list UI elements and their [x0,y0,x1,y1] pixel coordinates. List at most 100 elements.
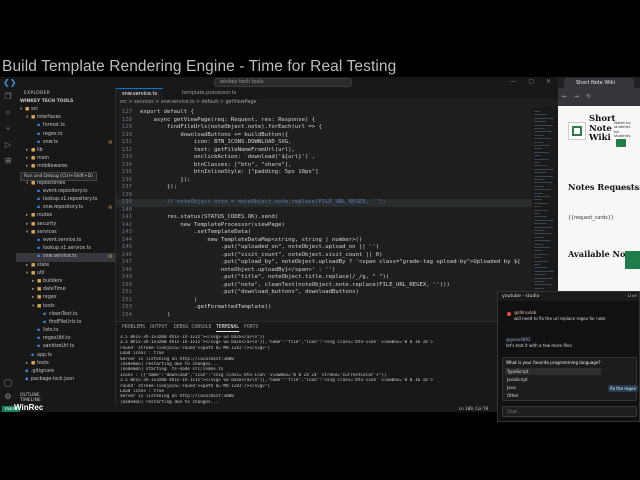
back-icon[interactable]: ← [562,93,567,100]
code-line[interactable]: 148 noteObject.uploadBy}</span>' : '') [116,267,558,275]
code-line[interactable]: 134 btnClasses: ["btn", "share"], [116,162,558,170]
tree-folder[interactable]: ▾ ■ interfaces [16,114,115,122]
tree-folder[interactable]: ▸ ■ builders [16,278,115,286]
tree-folder[interactable]: ▸ ■ regex [16,294,115,302]
line-number: 144 [121,236,132,243]
line-number: 143 [121,229,132,235]
code-line[interactable]: 152 ) [116,297,558,305]
code-line[interactable]: 150 .put("note", cleanText(noteObject.no… [116,282,558,290]
code-line[interactable]: 141 res.status(STATUS_CODES.OK).send( [116,214,558,222]
tree-folder[interactable]: ▸ ■ state [16,262,115,270]
code-line[interactable]: 149 .put("title", noteObject.title.repla… [116,274,558,282]
code-line[interactable]: 131 icon: BTN_ICONS.DOWNLOAD_SVG, [116,139,558,147]
tree-file[interactable]: ▪ lookup.v1.service.ts [16,245,115,253]
code-line[interactable]: 151 .put("download_buttons", downloadBut… [116,289,558,297]
minimap-line [534,196,550,197]
code-line[interactable]: 136 }); [116,177,558,185]
tab-debug-console[interactable]: DEBUG CONSOLE [174,325,212,330]
code-line[interactable]: 128 async getViewPage(req: Request, res:… [116,117,558,125]
status-cursor-position[interactable]: Ln 189, Col 78 [459,406,488,412]
tree-folder[interactable]: ▸ ■ routes [16,212,115,220]
minimap-line [534,121,546,123]
tree-file[interactable]: ▪ regex.ts [16,131,115,139]
tab-template-processor[interactable]: template.processor.ts [176,88,242,99]
tab-output[interactable]: OUTPUT [150,325,167,330]
tree-folder[interactable]: ▾ ■ src [16,106,115,114]
explorer-icon[interactable]: ❐ [3,92,13,102]
search-icon[interactable]: ⌕ [3,108,13,118]
tree-file[interactable]: ▪ snw.service.ts M [16,253,115,262]
browser-window: Short Note Wiki ← → ↻ Short Note Wiki No… [558,77,640,292]
code-line[interactable]: 142 new TemplateProcessor(viewPage) [116,222,558,230]
tree-folder[interactable]: ▸ ■ main [16,155,115,163]
tab-ports[interactable]: PORTS [244,325,258,330]
code-line[interactable]: 143 .setTemplateData( [116,229,558,237]
tree-file[interactable]: ▪ lists.ts [16,327,115,335]
code-line[interactable]: 144 new TemplateDataMap<string, string |… [116,237,558,245]
command-center[interactable]: winkey tech tools [214,78,352,87]
tab-problems[interactable]: PROBLEMS [122,325,145,330]
chat-header: youtube · studio · Live [498,292,639,301]
code-editor[interactable]: 127 export default {128 async getViewPage… [116,107,558,321]
breadcrumb[interactable]: src > services > snw.service.ts > defaul… [116,99,558,107]
tree-file[interactable]: ◆ package-lock.json [16,376,115,384]
tree-file[interactable]: ◆ .gitignore [16,368,115,376]
tree-file[interactable]: ▪ app.ts [16,352,115,360]
tree-folder[interactable]: ▸ ■ dateTime [16,286,115,294]
tree-folder[interactable]: ▸ ■ security [16,221,115,229]
tree-folder[interactable]: ▾ ■ tools [16,303,115,311]
tree-folder[interactable]: ▸ ■ tests [16,360,115,368]
code-line[interactable]: 137 }); [116,184,558,192]
code-line[interactable]: 153 .getFormattedTemplate() [116,304,558,312]
tree-file[interactable]: ▪ format.ts [16,122,115,130]
poll-option[interactable]: JavaScript [507,377,528,382]
browser-tab[interactable]: Short Note Wiki [564,78,634,88]
tree-file[interactable]: ▪ lookup.v1.repository.ts [16,196,115,204]
account-icon[interactable]: ◯ [3,378,13,388]
forward-icon[interactable]: → [574,93,579,100]
tree-file[interactable]: ▪ snw.ts M [16,139,115,147]
tree-folder[interactable]: ▾ ■ util [16,270,115,278]
minimap[interactable] [532,107,558,321]
code-line[interactable]: 154 ) [116,312,558,320]
gear-icon[interactable]: ⚙ [3,392,13,402]
code-line[interactable]: 139 // noteObject.note = noteObject.note… [116,199,558,207]
code-line[interactable]: 146 .put("visit_count", noteObject.visit… [116,252,558,260]
tab-terminal[interactable]: TERMINAL [216,325,240,332]
tab-snw-service[interactable]: snw.service.ts [116,88,164,99]
chat-input[interactable]: Chat... [502,406,637,417]
reload-icon[interactable]: ↻ [586,93,591,100]
code-line[interactable]: 132 text: getFileNameFromUrl(url), [116,147,558,155]
extensions-icon[interactable]: ⊞ [3,156,13,166]
window-controls[interactable]: — ▢ ✕ [510,78,556,85]
code-line[interactable]: 140 [116,207,558,215]
poll-option[interactable]: TypeScript [505,368,601,375]
code-line[interactable]: 127 export default { [116,109,558,117]
tree-folder[interactable]: ▸ ■ lib [16,147,115,155]
line-number: 137 [121,184,132,190]
available-notes-button[interactable] [625,251,640,269]
poll-option[interactable]: Java [507,385,516,390]
wiki-header-button[interactable] [616,139,626,147]
code-line[interactable]: 138 [116,192,558,200]
code-line[interactable]: 130 downloadButtons += buildButton({ [116,132,558,140]
tree-file[interactable]: ▪ regexUtil.ts [16,335,115,343]
code-line[interactable]: 147 .put("upload_by", noteObject.uploadB… [116,259,558,267]
code-line[interactable]: 129 findFileUrls(noteObject.note).forEac… [116,124,558,132]
code-line[interactable]: 133 onclickAction: `download('${url}')`, [116,154,558,162]
tree-file[interactable]: ▪ sanitizeUrl.ts [16,343,115,351]
run-debug-icon[interactable]: ▷ [3,140,13,150]
tree-folder[interactable]: ▾ ■ services [16,229,115,237]
outline-section[interactable]: OUTLINE TIMELINE [16,393,115,403]
code-line[interactable]: 135 btnInlineStyle: ["padding: 5px 10px"… [116,169,558,177]
code-line[interactable]: 145 .put("uploaded_on", noteObject.uploa… [116,244,558,252]
source-control-icon[interactable]: ⑂ [3,124,13,134]
project-title[interactable]: WINKEY TECH TOOLS [20,99,73,104]
tree-file[interactable]: ▪ cleanText.ts [16,311,115,319]
tree-folder[interactable]: ▸ ■ middlewares [16,163,115,171]
tree-file[interactable]: ▪ findFileUrls.ts [16,319,115,327]
poll-option[interactable]: Other [507,393,519,398]
tree-file[interactable]: ▪ snw.repository.ts M [16,204,115,212]
tree-file[interactable]: ▪ event.repository.ts [16,188,115,196]
tree-file[interactable]: ▪ event.service.ts [16,237,115,245]
